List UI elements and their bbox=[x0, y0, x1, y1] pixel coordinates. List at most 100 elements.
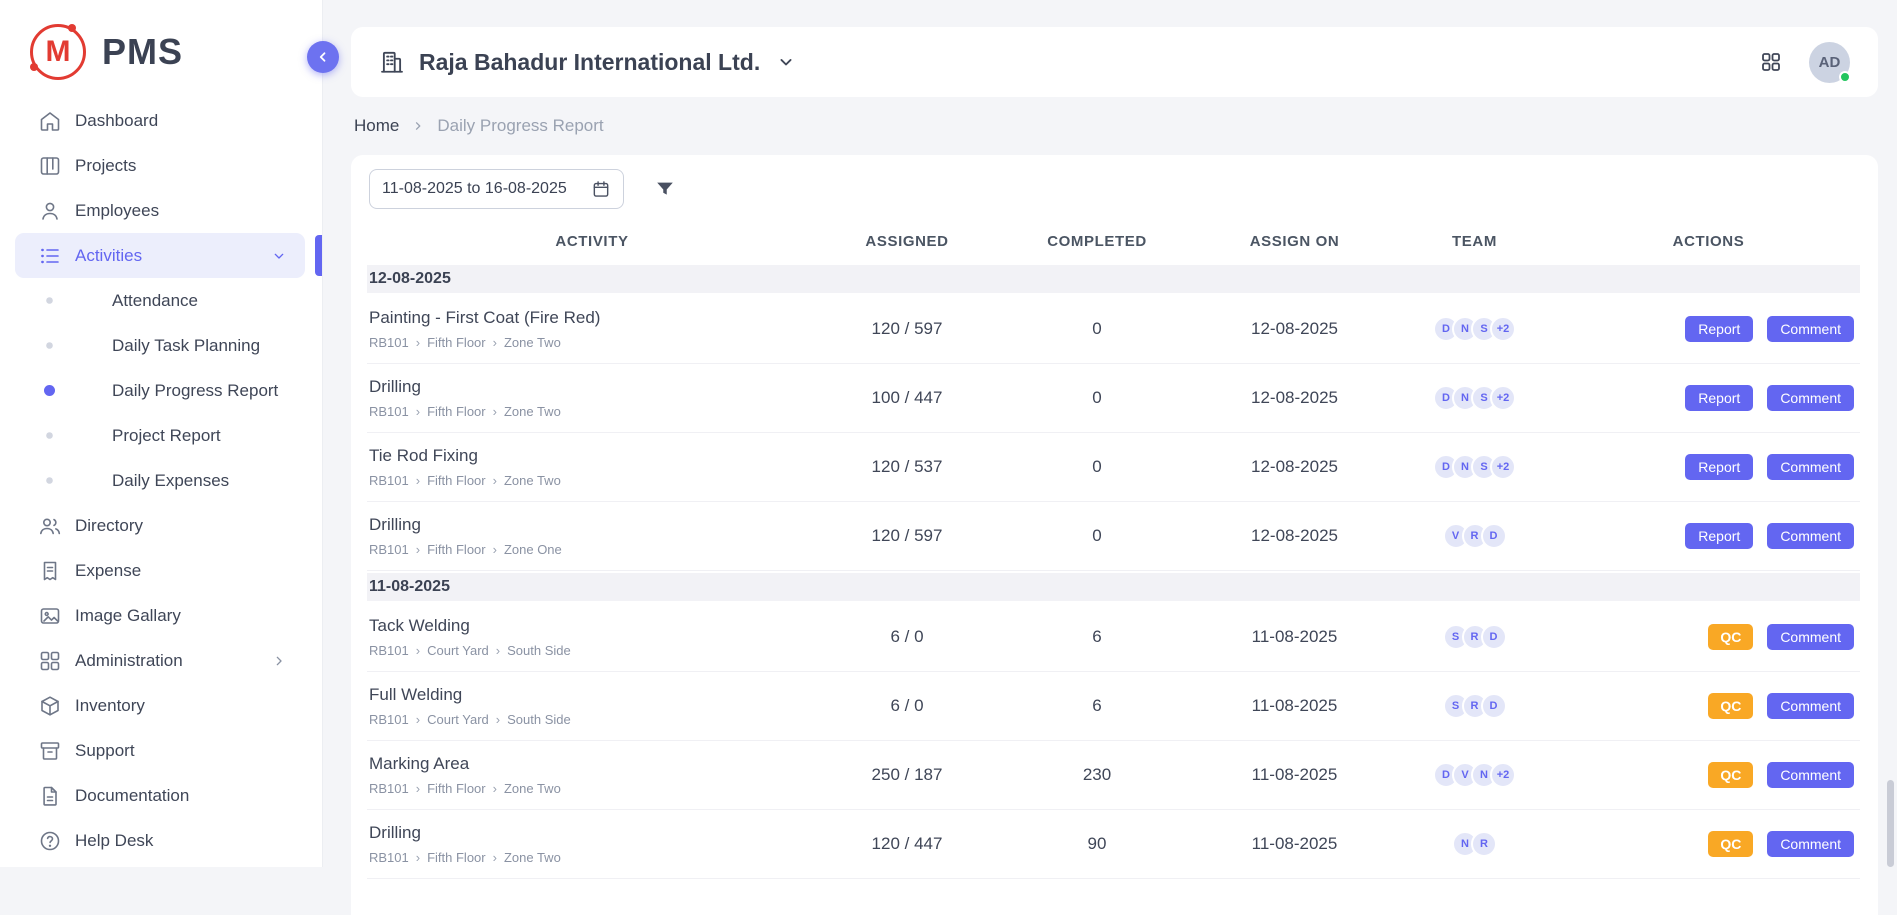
activity-breadcrumb: RB101›Court Yard›South Side bbox=[369, 643, 817, 658]
chevron-right-icon: › bbox=[496, 644, 500, 657]
row-actions: QC Comment bbox=[1557, 624, 1860, 650]
date-group-header: 12-08-2025 bbox=[367, 265, 1860, 293]
vertical-scrollbar[interactable] bbox=[1887, 780, 1894, 867]
sidebar-item-image-gallary[interactable]: Image Gallary bbox=[15, 593, 305, 638]
sidebar-subitem-project-report[interactable]: Project Report bbox=[0, 413, 322, 458]
app-title: PMS bbox=[102, 31, 183, 73]
team-member-badge[interactable]: D bbox=[1481, 693, 1507, 719]
assigned-value: 120 / 597 bbox=[817, 526, 997, 546]
sidebar-item-inventory[interactable]: Inventory bbox=[15, 683, 305, 728]
table-row: DrillingRB101›Fifth Floor›Zone Two120 / … bbox=[367, 810, 1860, 879]
chevron-right-icon: › bbox=[416, 713, 420, 726]
sidebar-item-activities[interactable]: Activities bbox=[15, 233, 305, 278]
team-more-badge[interactable]: +2 bbox=[1490, 385, 1516, 411]
activity-name: Full Welding bbox=[369, 685, 817, 705]
sidebar-item-employees[interactable]: Employees bbox=[15, 188, 305, 233]
sidebar-item-administration[interactable]: Administration bbox=[15, 638, 305, 683]
help-icon bbox=[38, 829, 62, 853]
assigned-value: 250 / 187 bbox=[817, 765, 997, 785]
team-more-badge[interactable]: +2 bbox=[1490, 762, 1516, 788]
chevron-down-icon[interactable] bbox=[776, 52, 796, 72]
comment-button[interactable]: Comment bbox=[1767, 385, 1854, 411]
row-actions: Report Comment bbox=[1557, 454, 1860, 480]
team-avatars: DNS+2 bbox=[1392, 316, 1557, 342]
breadcrumb-home-link[interactable]: Home bbox=[354, 116, 399, 136]
chevron-right-icon: › bbox=[416, 336, 420, 349]
chevron-right-icon: › bbox=[416, 474, 420, 487]
sidebar-item-projects[interactable]: Projects bbox=[15, 143, 305, 188]
company-name[interactable]: Raja Bahadur International Ltd. bbox=[419, 49, 760, 76]
team-avatars: SRD bbox=[1392, 624, 1557, 650]
filter-icon[interactable] bbox=[654, 178, 676, 200]
assigned-value: 120 / 597 bbox=[817, 319, 997, 339]
breadcrumb: Home Daily Progress Report bbox=[354, 116, 604, 136]
report-button[interactable]: Report bbox=[1685, 316, 1753, 342]
avatar[interactable]: AD bbox=[1809, 42, 1850, 83]
sidebar-subitem-daily-expenses[interactable]: Daily Expenses bbox=[0, 458, 322, 503]
qc-button[interactable]: QC bbox=[1708, 693, 1753, 719]
comment-button[interactable]: Comment bbox=[1767, 316, 1854, 342]
sidebar-nav: DashboardProjectsEmployeesActivitiesAtte… bbox=[0, 96, 322, 863]
filter-row bbox=[369, 169, 1860, 209]
list-icon bbox=[38, 244, 62, 268]
assigned-value: 6 / 0 bbox=[817, 696, 997, 716]
table-row: Marking AreaRB101›Fifth Floor›Zone Two25… bbox=[367, 741, 1860, 810]
team-avatars: SRD bbox=[1392, 693, 1557, 719]
activity-name: Tack Welding bbox=[369, 616, 817, 636]
qc-button[interactable]: QC bbox=[1708, 831, 1753, 857]
completed-value: 6 bbox=[997, 696, 1197, 716]
row-actions: QC Comment bbox=[1557, 831, 1860, 857]
apps-grid-icon[interactable] bbox=[1759, 50, 1783, 74]
team-avatars: DNS+2 bbox=[1392, 385, 1557, 411]
table-row: Tie Rod FixingRB101›Fifth Floor›Zone Two… bbox=[367, 433, 1860, 502]
sidebar-collapse-button[interactable] bbox=[307, 41, 339, 73]
bullet-icon bbox=[46, 432, 53, 439]
chevron-right-icon: › bbox=[493, 851, 497, 864]
sidebar-subitem-daily-task-planning[interactable]: Daily Task Planning bbox=[0, 323, 322, 368]
calendar-icon[interactable] bbox=[591, 179, 611, 199]
chevron-right-icon: › bbox=[416, 851, 420, 864]
activity-breadcrumb: RB101›Fifth Floor›Zone One bbox=[369, 542, 817, 557]
sidebar-subitem-attendance[interactable]: Attendance bbox=[0, 278, 322, 323]
main-area: Raja Bahadur International Ltd. AD Home … bbox=[324, 0, 1897, 867]
team-more-badge[interactable]: +2 bbox=[1490, 454, 1516, 480]
date-range-picker[interactable] bbox=[369, 169, 624, 209]
topbar: Raja Bahadur International Ltd. AD bbox=[351, 27, 1878, 97]
activity-breadcrumb: RB101›Fifth Floor›Zone Two bbox=[369, 850, 817, 865]
comment-button[interactable]: Comment bbox=[1767, 454, 1854, 480]
sidebar-item-directory[interactable]: Directory bbox=[15, 503, 305, 548]
content-card: ACTIVITYASSIGNEDCOMPLETEDASSIGN ONTEAMAC… bbox=[351, 155, 1878, 915]
team-member-badge[interactable]: D bbox=[1481, 523, 1507, 549]
date-group-header: 11-08-2025 bbox=[367, 573, 1860, 601]
chevron-right-icon bbox=[271, 653, 287, 669]
sidebar-item-expense[interactable]: Expense bbox=[15, 548, 305, 593]
report-button[interactable]: Report bbox=[1685, 385, 1753, 411]
report-button[interactable]: Report bbox=[1685, 523, 1753, 549]
bullet-icon bbox=[46, 297, 53, 304]
team-more-badge[interactable]: +2 bbox=[1490, 316, 1516, 342]
logo-letter: M bbox=[46, 35, 71, 69]
comment-button[interactable]: Comment bbox=[1767, 831, 1854, 857]
team-member-badge[interactable]: D bbox=[1481, 624, 1507, 650]
team-avatars: DNS+2 bbox=[1392, 454, 1557, 480]
team-avatars: VRD bbox=[1392, 523, 1557, 549]
completed-value: 230 bbox=[997, 765, 1197, 785]
comment-button[interactable]: Comment bbox=[1767, 693, 1854, 719]
column-header-assigned: ASSIGNED bbox=[817, 233, 997, 250]
report-button[interactable]: Report bbox=[1685, 454, 1753, 480]
date-range-input[interactable] bbox=[382, 180, 583, 198]
sidebar-item-documentation[interactable]: Documentation bbox=[15, 773, 305, 818]
comment-button[interactable]: Comment bbox=[1767, 523, 1854, 549]
sidebar-item-support[interactable]: Support bbox=[15, 728, 305, 773]
qc-button[interactable]: QC bbox=[1708, 624, 1753, 650]
assign-on-value: 11-08-2025 bbox=[1197, 765, 1392, 785]
sidebar-item-help-desk[interactable]: Help Desk bbox=[15, 818, 305, 863]
completed-value: 0 bbox=[997, 319, 1197, 339]
sidebar-item-dashboard[interactable]: Dashboard bbox=[15, 98, 305, 143]
comment-button[interactable]: Comment bbox=[1767, 762, 1854, 788]
comment-button[interactable]: Comment bbox=[1767, 624, 1854, 650]
sidebar-subitem-daily-progress-report[interactable]: Daily Progress Report bbox=[0, 368, 322, 413]
team-member-badge[interactable]: R bbox=[1471, 831, 1497, 857]
qc-button[interactable]: QC bbox=[1708, 762, 1753, 788]
grid-icon bbox=[38, 649, 62, 673]
